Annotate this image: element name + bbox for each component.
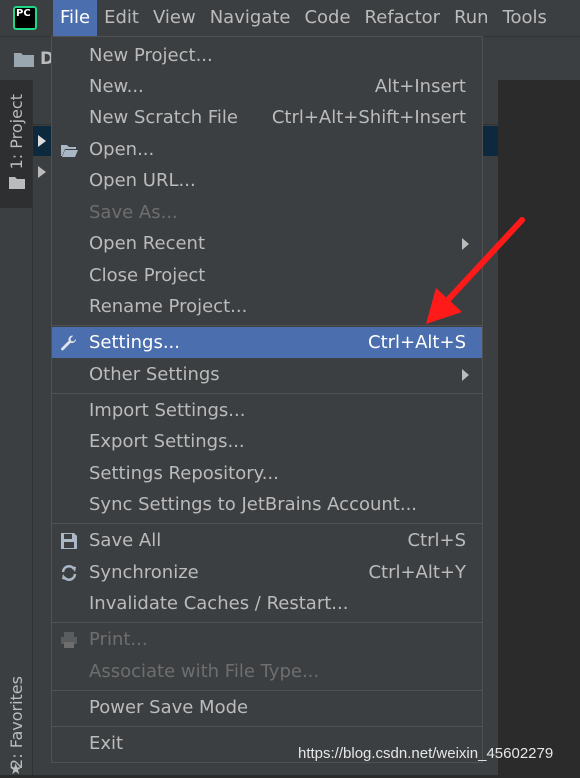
menu-navigate[interactable]: Navigate xyxy=(203,0,298,36)
pycharm-logo-icon: PC xyxy=(13,6,37,30)
menu-item-rename-project[interactable]: Rename Project... xyxy=(52,291,482,322)
menu-item-associate-file-type: Associate with File Type... xyxy=(89,661,320,682)
menu-item-open[interactable]: Open... xyxy=(52,134,482,165)
star-icon: ★ xyxy=(9,760,23,778)
project-tool-tab[interactable]: 1: Project xyxy=(0,80,32,208)
menu-item-new[interactable]: New... Alt+Insert xyxy=(52,71,482,102)
sync-icon xyxy=(61,565,77,581)
expand-arrow-icon[interactable] xyxy=(38,166,46,178)
menu-item-other-settings[interactable]: Other Settings xyxy=(52,359,482,390)
shortcut-label: Ctrl+Alt+S xyxy=(368,332,466,353)
menu-item-new-project[interactable]: New Project... xyxy=(52,40,482,71)
menu-item-synchronize[interactable]: Synchronize Ctrl+Alt+Y xyxy=(52,557,482,588)
shortcut-label: Ctrl+Alt+Shift+Insert xyxy=(271,107,466,128)
expand-arrow-icon[interactable] xyxy=(38,135,46,147)
menu-item-print: Print... xyxy=(52,624,482,655)
menu-refactor[interactable]: Refactor xyxy=(358,0,448,36)
save-icon xyxy=(61,533,77,549)
shortcut-label: Ctrl+S xyxy=(407,530,466,551)
menu-view[interactable]: View xyxy=(146,0,203,36)
menu-separator xyxy=(52,325,482,326)
wrench-icon xyxy=(61,335,77,351)
menu-file[interactable]: File xyxy=(53,0,98,36)
menu-separator xyxy=(52,690,482,691)
menu-item-import-settings[interactable]: Import Settings... xyxy=(52,395,482,426)
folder-open-icon xyxy=(61,145,78,157)
menu-bar: PC File Edit View Navigate Code Refactor… xyxy=(0,0,580,36)
menu-item-settings-repository[interactable]: Settings Repository... xyxy=(52,458,482,489)
menu-item-sync-settings[interactable]: Sync Settings to JetBrains Account... xyxy=(52,489,482,520)
file-menu-dropdown: New Project... New... Alt+Insert New Scr… xyxy=(51,36,483,763)
menu-item-settings[interactable]: Settings... Ctrl+Alt+S xyxy=(52,327,482,358)
menu-item-new-scratch-file[interactable]: New Scratch File Ctrl+Alt+Shift+Insert xyxy=(52,102,482,133)
watermark-text: https://blog.csdn.net/weixin_45602279 xyxy=(298,745,554,762)
menu-item-close-project[interactable]: Close Project xyxy=(52,260,482,291)
menu-tools[interactable]: Tools xyxy=(496,0,554,36)
printer-icon xyxy=(61,632,77,648)
menu-separator xyxy=(52,622,482,623)
menu-run[interactable]: Run xyxy=(447,0,496,36)
left-tool-strip: 1: Project 2: Favorites ★ xyxy=(0,80,33,778)
menu-item-save-all[interactable]: Save All Ctrl+S xyxy=(52,525,482,556)
shortcut-label: Ctrl+Alt+Y xyxy=(368,562,466,583)
favorites-tab-label[interactable]: 2: Favorites xyxy=(7,676,26,769)
menu-item-open-url[interactable]: Open URL... xyxy=(52,165,482,196)
editor-area xyxy=(498,80,580,775)
menu-edit[interactable]: Edit xyxy=(97,0,146,36)
menu-code[interactable]: Code xyxy=(297,0,357,36)
project-tab-label: 1: Project xyxy=(7,94,26,170)
folder-icon xyxy=(9,177,25,189)
submenu-arrow-icon xyxy=(462,238,469,250)
menu-item-export-settings[interactable]: Export Settings... xyxy=(52,426,482,457)
menu-item-invalidate-caches[interactable]: Invalidate Caches / Restart... xyxy=(52,588,482,619)
shortcut-label: Alt+Insert xyxy=(374,76,466,97)
menu-separator xyxy=(52,393,482,394)
menu-item-open-recent[interactable]: Open Recent xyxy=(52,228,482,259)
menu-separator xyxy=(52,523,482,524)
folder-icon[interactable] xyxy=(14,51,34,67)
menu-item-power-save-mode[interactable]: Power Save Mode xyxy=(52,692,482,723)
menu-item-save-as: Save As... xyxy=(89,202,178,223)
submenu-arrow-icon xyxy=(462,369,469,381)
menu-separator xyxy=(52,726,482,727)
